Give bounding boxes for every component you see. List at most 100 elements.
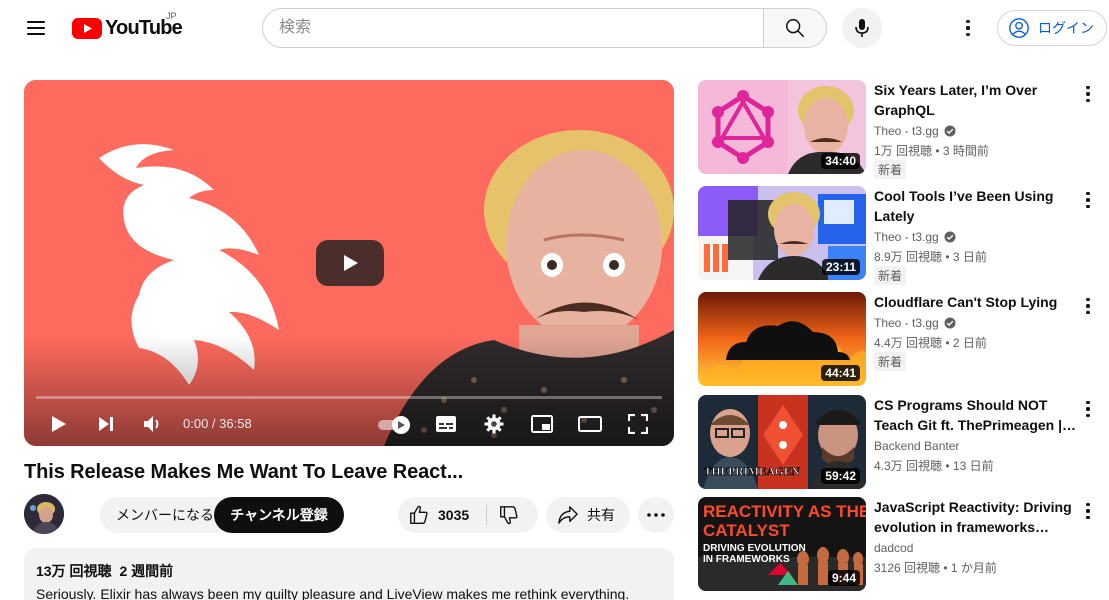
- video-player[interactable]: 0:00 / 36:58: [24, 80, 674, 446]
- meta-separator: •: [942, 459, 953, 473]
- recommendation-meta: 1万 回視聴 • 3 時間前: [874, 142, 989, 159]
- thumbnail-text-label: THEPRIMEAGEN: [704, 466, 801, 478]
- channel-name: Backend Banter: [874, 439, 960, 453]
- upload-age: 3 時間前: [942, 144, 989, 158]
- meta-separator: •: [942, 250, 953, 264]
- settings-icon: [484, 414, 504, 434]
- recommendation-thumbnail[interactable]: 23:11: [698, 186, 866, 280]
- theater-icon: [578, 416, 602, 432]
- recommendation-item[interactable]: THEPRIMEAGEN 59:42 CS Programs Should NO…: [698, 395, 1103, 489]
- volume-button[interactable]: [137, 408, 169, 440]
- recommendation-item[interactable]: 23:11 Cool Tools I’ve Been Using Lately …: [698, 186, 1103, 285]
- like-button[interactable]: 3035: [398, 497, 486, 533]
- search-input[interactable]: [262, 8, 764, 48]
- recommendation-title[interactable]: CS Programs Should NOT Teach Git ft. The…: [874, 395, 1078, 435]
- video-duration: 9:44: [827, 570, 860, 586]
- upload-age: 2 日前: [952, 336, 987, 350]
- logo-region-label: JP: [166, 11, 177, 21]
- miniplayer-button[interactable]: [526, 408, 558, 440]
- hamburger-menu-icon[interactable]: [20, 14, 52, 42]
- meta-separator: •: [940, 561, 951, 575]
- progress-bar[interactable]: [36, 396, 662, 399]
- view-count: 1万 回視聴: [874, 144, 933, 158]
- channel-name: dadcod: [874, 541, 914, 555]
- meta-separator: •: [942, 336, 953, 350]
- recommendation-title[interactable]: Six Years Later, I’m Over GraphQL: [874, 80, 1078, 120]
- time-display: 0:00 / 36:58: [183, 416, 252, 431]
- recommendation-menu-button[interactable]: [1078, 188, 1098, 212]
- video-duration: 59:42: [821, 468, 860, 484]
- like-dislike-group: 3035: [398, 497, 538, 533]
- settings-kebab-button[interactable]: [952, 12, 984, 44]
- thumbnail-headline-4: IN FRAMEWORKS: [703, 554, 790, 565]
- share-label: 共有: [587, 507, 615, 523]
- upload-date: 2 週間前: [119, 563, 174, 579]
- subscribe-button[interactable]: チャンネル登録: [214, 497, 344, 533]
- kebab-menu-icon: [1086, 502, 1090, 520]
- verified-badge-icon: [944, 231, 956, 243]
- voice-search-button[interactable]: [842, 8, 882, 48]
- kebab-menu-icon: [1086, 297, 1090, 315]
- volume-icon: [144, 416, 159, 432]
- recommendation-menu-button[interactable]: [1078, 397, 1098, 421]
- recommendation-title[interactable]: Cool Tools I’ve Been Using Lately: [874, 186, 1078, 226]
- recommendation-channel[interactable]: Backend Banter: [874, 439, 959, 453]
- verified-badge-icon: [944, 125, 956, 137]
- youtube-logo-icon: [72, 17, 102, 39]
- channel-avatar[interactable]: [24, 494, 64, 534]
- recommendation-channel[interactable]: Theo - t3.gg: [874, 124, 956, 138]
- like-count: 3035: [438, 507, 470, 523]
- autoplay-toggle[interactable]: [378, 414, 412, 434]
- recommendation-menu-button[interactable]: [1078, 499, 1098, 523]
- join-membership-label: メンバーになる: [116, 507, 214, 523]
- recommendation-channel[interactable]: Theo - t3.gg: [874, 316, 956, 330]
- recommendation-thumbnail[interactable]: REACTIVITY AS THE CATALYST DRIVING EVOLU…: [698, 497, 866, 591]
- share-button[interactable]: 共有: [546, 497, 630, 533]
- recommendation-menu-button[interactable]: [1078, 294, 1098, 318]
- big-play-button[interactable]: [316, 240, 384, 286]
- masthead: YouTube JP ログイン: [0, 0, 1109, 56]
- more-horizontal-icon: [647, 513, 665, 517]
- verified-badge-icon: [944, 317, 956, 329]
- recommendation-channel[interactable]: dadcod: [874, 541, 913, 555]
- share-icon: [558, 506, 578, 524]
- view-count: 4.4万 回視聴: [874, 336, 943, 350]
- thumbnail-headline-1: REACTIVITY AS THE: [703, 502, 866, 521]
- next-button[interactable]: [90, 408, 122, 440]
- recommendation-channel[interactable]: Theo - t3.gg: [874, 230, 956, 244]
- recommendation-item[interactable]: 44:41 Cloudflare Can't Stop Lying Theo -…: [698, 292, 1103, 386]
- fullscreen-icon: [628, 414, 648, 434]
- time-current: 0:00: [183, 416, 209, 431]
- join-membership-button[interactable]: メンバーになる: [100, 497, 230, 533]
- miniplayer-icon: [531, 415, 553, 433]
- recommendation-meta: 3126 回視聴 • 1 か月前: [874, 559, 997, 576]
- signin-button[interactable]: ログイン: [997, 10, 1107, 46]
- recommendation-title[interactable]: Cloudflare Can't Stop Lying: [874, 292, 1078, 312]
- svg-text:THEPRIMEAGEN: THEPRIMEAGEN: [704, 466, 801, 478]
- video-duration: 44:41: [821, 365, 860, 381]
- view-count: 4.3万 回視聴: [874, 459, 943, 473]
- settings-button[interactable]: [478, 408, 510, 440]
- recommendation-menu-button[interactable]: [1078, 82, 1098, 106]
- recommendation-thumbnail[interactable]: THEPRIMEAGEN 59:42: [698, 395, 866, 489]
- recommendation-thumbnail[interactable]: 44:41: [698, 292, 866, 386]
- channel-name: Theo - t3.gg: [874, 230, 939, 244]
- play-button[interactable]: [43, 408, 75, 440]
- description-box[interactable]: 13万 回視聴 2 週間前 Seriously. Elixir has alway…: [24, 548, 674, 600]
- meta-separator: •: [932, 144, 943, 158]
- mic-icon: [855, 19, 869, 37]
- time-total: 36:58: [219, 416, 252, 431]
- recommendation-item[interactable]: REACTIVITY AS THE CATALYST DRIVING EVOLU…: [698, 497, 1103, 591]
- recommendation-item[interactable]: 34:40 Six Years Later, I’m Over GraphQL …: [698, 80, 1103, 179]
- recommendation-title[interactable]: JavaScript Reactivity: Driving evolution…: [874, 497, 1078, 537]
- search-button[interactable]: [763, 8, 827, 48]
- fullscreen-button[interactable]: [622, 408, 654, 440]
- subtitles-button[interactable]: [430, 408, 462, 440]
- view-count: 8.9万 回視聴: [874, 250, 943, 264]
- dislike-button[interactable]: [487, 497, 531, 533]
- subtitles-icon: [436, 416, 456, 432]
- play-icon: [52, 416, 66, 432]
- recommendation-thumbnail[interactable]: 34:40: [698, 80, 866, 174]
- more-actions-button[interactable]: [638, 497, 674, 533]
- theater-mode-button[interactable]: [574, 408, 606, 440]
